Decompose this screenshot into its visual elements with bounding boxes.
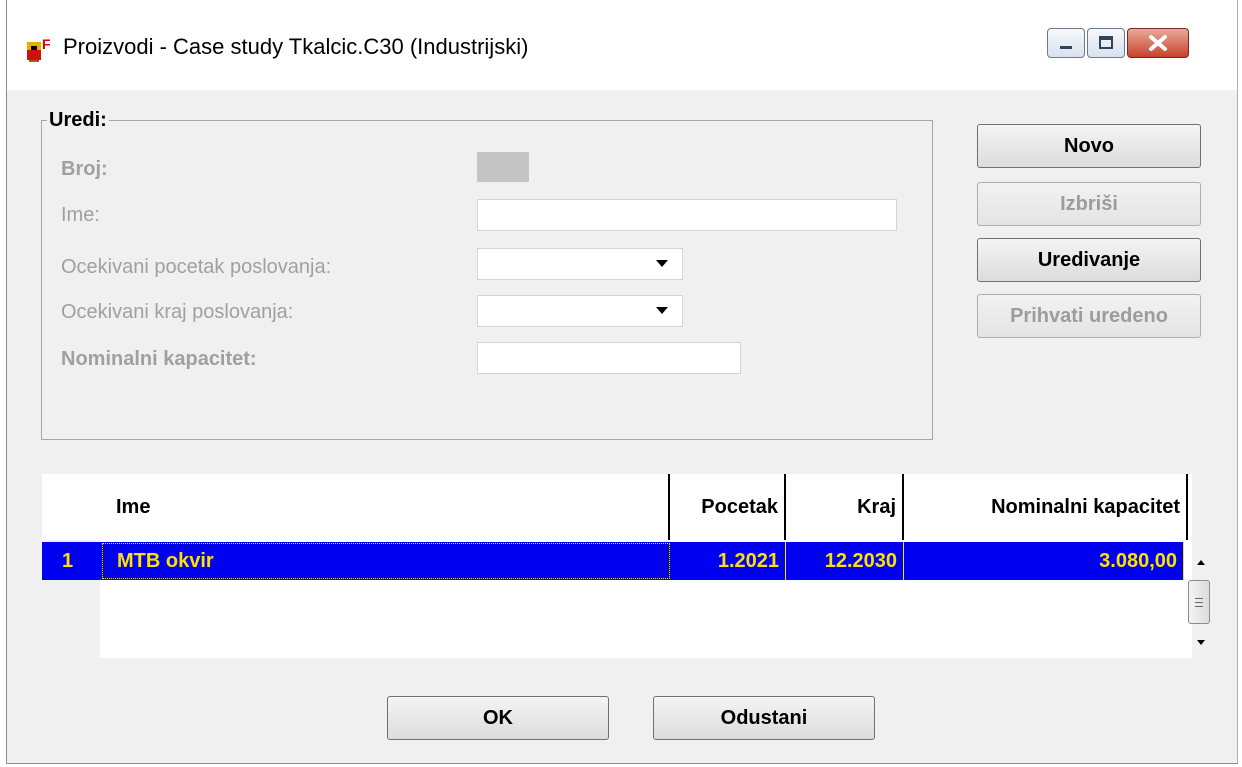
grip-line xyxy=(1195,602,1203,603)
maximize-icon xyxy=(1099,36,1113,49)
column-header-ime[interactable]: Ime xyxy=(102,474,670,540)
grip-line xyxy=(1195,598,1203,599)
grid-corner xyxy=(42,474,102,540)
broj-label: Broj: xyxy=(61,158,108,180)
uredivanje-button[interactable]: Uredivanje xyxy=(977,238,1201,282)
app-logo-icon: F xyxy=(27,36,51,62)
ok-button[interactable]: OK xyxy=(387,696,609,740)
kapacitet-input[interactable] xyxy=(477,342,741,374)
cell-kraj[interactable]: 12.2030 xyxy=(786,542,904,580)
novo-button[interactable]: Novo xyxy=(977,124,1201,168)
prihvati-button[interactable]: Prihvati uredeno xyxy=(977,294,1201,338)
column-header-kraj[interactable]: Kraj xyxy=(786,474,904,540)
chevron-down-icon xyxy=(656,307,668,314)
pocetak-combobox[interactable] xyxy=(477,248,683,280)
broj-field xyxy=(477,152,529,182)
scroll-up-arrow-icon[interactable] xyxy=(1197,560,1205,565)
ime-input[interactable] xyxy=(477,199,897,231)
close-icon xyxy=(1149,35,1167,51)
izbrisi-button[interactable]: Izbriši xyxy=(977,182,1201,226)
kraj-combobox[interactable] xyxy=(477,295,683,327)
kapacitet-label: Nominalni kapacitet: xyxy=(61,348,257,370)
cell-pocetak[interactable]: 1.2021 xyxy=(670,542,786,580)
cell-ime[interactable]: MTB okvir xyxy=(102,543,670,579)
kraj-label: Ocekivani kraj poslovanja: xyxy=(61,301,294,323)
title-bar: F Proizvodi - Case study Tkalcic.C30 (In… xyxy=(7,0,1237,90)
cancel-button[interactable]: Odustani xyxy=(653,696,875,740)
window-title: Proizvodi - Case study Tkalcic.C30 (Indu… xyxy=(63,34,529,59)
grip-line xyxy=(1195,606,1203,607)
dialog-window: F Proizvodi - Case study Tkalcic.C30 (In… xyxy=(6,0,1238,764)
scroll-down-arrow-icon[interactable] xyxy=(1197,640,1205,645)
minimize-icon xyxy=(1060,46,1072,49)
cell-kapacitet[interactable]: 3.080,00 xyxy=(904,542,1184,580)
pocetak-label: Ocekivani pocetak poslovanja: xyxy=(61,256,332,278)
column-header-pocetak[interactable]: Pocetak xyxy=(670,474,786,540)
edit-group-label: Uredi: xyxy=(47,109,109,132)
column-header-kapacitet[interactable]: Nominalni kapacitet xyxy=(904,474,1188,540)
ime-label: Ime: xyxy=(61,204,100,226)
minimize-button[interactable] xyxy=(1047,28,1085,58)
scrollbar-thumb[interactable] xyxy=(1188,580,1210,624)
row-number: 1 xyxy=(62,549,74,572)
chevron-down-icon xyxy=(656,260,668,267)
close-button[interactable] xyxy=(1127,28,1189,58)
svg-text:F: F xyxy=(42,36,51,52)
maximize-button[interactable] xyxy=(1087,28,1125,58)
